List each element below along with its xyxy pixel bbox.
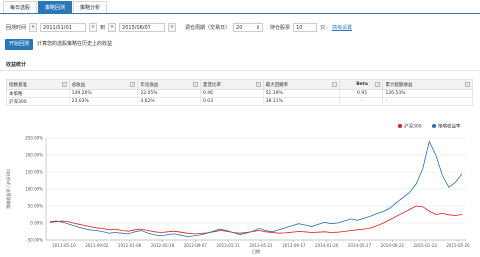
table-cell: 沪深300 (6, 97, 70, 106)
table-row: 本策略 149.26% 22.05% 0.46 51.19% 0.95 126.… (6, 89, 473, 98)
y-tick-label: 200.00% (25, 153, 43, 158)
sort-icon: ◇ (255, 82, 261, 87)
x-tick-label: 2013-01-11 (217, 243, 241, 248)
col-beta[interactable]: Beta ◇ (338, 79, 384, 90)
y-tick-label: 100.00% (25, 187, 43, 192)
tab-strategy-backtest[interactable]: 策略回测 (38, 1, 73, 13)
col-benchmark[interactable]: 指数基准 ◇ (6, 79, 70, 90)
sort-icon: ◇ (375, 82, 381, 87)
prev-icon-2[interactable]: « (108, 23, 117, 32)
sort-icon: ◇ (192, 82, 198, 87)
sort-icon: ◇ (331, 82, 337, 87)
table-header-row: 指数基准 ◇ 总收益 ◇ 年化收益 ◇ 夏普比率 ◇ 最大回撤率 ◇ Beta ◇ 累计超额… (6, 79, 473, 90)
next-icon[interactable]: » (89, 23, 98, 32)
y-tick-label: 250.00% (25, 136, 43, 141)
y-axis-label: 策略收益率 / 沪深300 (5, 169, 11, 209)
table-cell: 23.03% (68, 97, 139, 106)
legend-label-1: 策略收益率 (438, 123, 461, 130)
table-cell: 22.05% (137, 89, 201, 98)
period-label: 回测时间 (6, 25, 27, 31)
x-tick-label: 2014-05-27 (348, 243, 372, 248)
x-tick-label: 2013-05-21 (249, 243, 273, 248)
x-tick-label: 2015-01-23 (414, 243, 438, 248)
advanced-settings-link[interactable]: 高级设置 (332, 24, 352, 31)
y-tick-label: 0.00% (30, 221, 43, 226)
x-tick-label: 2012-05-18 (151, 243, 175, 248)
x-tick-label: 2014-01-20 (315, 243, 339, 248)
rebalance-value: 20 (236, 24, 243, 31)
rebalance-select[interactable]: 20 ⇕ (233, 23, 264, 32)
x-tick-label: 2014-09-22 (381, 243, 405, 248)
col-annual-return[interactable]: 年化收益 ◇ (137, 79, 201, 90)
x-tick-label: 2011-05-10 (52, 243, 76, 248)
stats-title: 收益统计 (6, 62, 27, 68)
legend-label-0: 沪深300 (404, 123, 422, 130)
sort-icon: ◇ (61, 82, 67, 87)
x-tick-label: 2012-09-07 (184, 243, 208, 248)
sort-icon: ◇ (465, 82, 470, 87)
tab-daily-picks[interactable]: 每日选股 (3, 1, 38, 13)
rebalance-label: 调仓周期（交易日） (185, 25, 231, 31)
legend-marker-1 (432, 124, 436, 128)
start-note: 计算您的选股策略在历史上的收益 (37, 41, 113, 47)
to-label: 到 (100, 25, 106, 31)
x-tick-label: 2011-09-02 (85, 243, 109, 248)
table-cell: - (338, 97, 384, 106)
table-cell: 本策略 (6, 89, 70, 98)
start-date-input[interactable]: 2011/01/01 (40, 23, 87, 32)
table-cell: 0.46 (199, 89, 264, 98)
legend-marker-0 (398, 124, 402, 128)
chevron-down-icon: ⇕ (255, 24, 261, 31)
y-tick-label: 50.00% (28, 204, 43, 209)
hold-label: 持仓股票 (270, 25, 291, 31)
start-backtest-button[interactable]: 开始回测 (5, 39, 34, 50)
return-chart: 250.00% 200.00% 150.00% 100.00% 50.00% 0.00% -… (0, 118, 480, 257)
hold-count-input[interactable]: 10 (293, 23, 318, 32)
x-tick-label: 2013-09-17 (282, 243, 306, 248)
stats-table: 指数基准 ◇ 总收益 ◇ 年化收益 ◇ 夏普比率 ◇ 最大回撤率 ◇ Beta ◇ 累计超额… (6, 79, 473, 106)
col-max-drawdown[interactable]: 最大回撤率 ◇ (262, 79, 340, 90)
y-tick-label: 150.00% (25, 170, 43, 175)
x-tick-label: 2012-01-06 (118, 243, 142, 248)
table-cell: - (382, 97, 473, 106)
y-tick-label: -50.00% (26, 238, 43, 243)
table-cell: 51.19% (262, 89, 340, 98)
backtest-params: 回测时间 « 2011/01/01 » 到 « 2015/08/07 » 调仓周… (6, 22, 352, 33)
table-cell: 0.95 (338, 89, 384, 98)
table-cell: 126.53% (382, 89, 473, 98)
table-cell: 0.03 (199, 97, 264, 106)
table-row: 沪深300 23.03% 4.62% 0.03 38.11% - - (6, 97, 473, 106)
col-sharpe[interactable]: 夏普比率 ◇ (199, 79, 264, 90)
table-cell: 38.11% (262, 97, 340, 106)
x-tick-label: 2015-05-26 (446, 243, 470, 248)
x-axis-label: 日期 (252, 248, 260, 254)
tab-bar: 每日选股 策略回测 策略分析 (3, 1, 108, 13)
return-chart-svg: 250.00% 200.00% 150.00% 100.00% 50.00% 0.00% -… (5, 123, 470, 255)
tab-divider (0, 13, 480, 14)
section-divider (0, 70, 480, 71)
hold-unit: 只 (320, 25, 326, 31)
end-date-input[interactable]: 2015/08/07 (119, 23, 166, 32)
col-total-return[interactable]: 总收益 ◇ (68, 79, 139, 90)
table-cell: 4.62% (137, 97, 201, 106)
next-icon-2[interactable]: » (168, 23, 177, 32)
sort-icon: ◇ (130, 82, 136, 87)
tab-strategy-analysis[interactable]: 策略分析 (73, 1, 108, 13)
table-cell: 149.26% (68, 89, 139, 98)
col-excess-return[interactable]: 累计超额收益 ◇ (382, 79, 473, 90)
prev-icon[interactable]: « (29, 23, 38, 32)
